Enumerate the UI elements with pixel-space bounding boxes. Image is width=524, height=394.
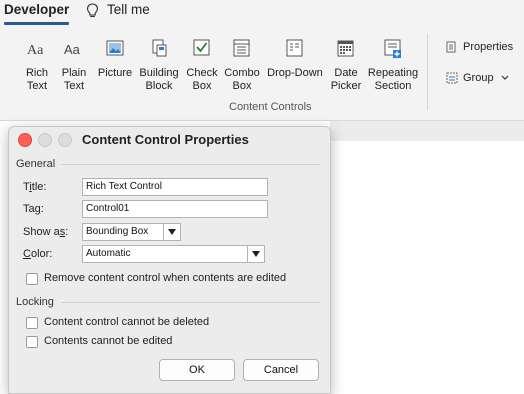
picture-button[interactable]: Picture [96, 38, 134, 80]
tag-field-label: Tag: [23, 203, 44, 215]
group-icon [446, 72, 458, 84]
color-select[interactable]: Automatic [82, 245, 265, 263]
active-tab-indicator [4, 22, 69, 25]
combo-box-label-1: Combo [224, 67, 260, 79]
repeating-section-icon [384, 39, 401, 58]
ribbon: Aa Rich Text Aa Plain Text Picture Buildin… [0, 26, 524, 121]
show-as-dropdown-arrow-icon [163, 224, 180, 240]
locking-section-label: Locking [16, 296, 54, 308]
picture-icon [106, 40, 124, 56]
maximize-window-button [58, 133, 72, 147]
cannot-be-deleted-label: Content control cannot be deleted [44, 316, 210, 328]
plain-text-button[interactable]: Aa Plain Text [60, 38, 88, 92]
check-box-label-1: Check [186, 67, 218, 79]
date-picker-label-2: Picker [330, 79, 362, 92]
checkbox-icon [193, 39, 210, 56]
tag-input[interactable]: Control01 [82, 200, 268, 218]
building-block-icon [152, 39, 167, 57]
cannot-be-deleted-checkbox[interactable] [26, 317, 38, 329]
rich-text-label-2: Text [26, 79, 48, 92]
combo-box-icon [233, 39, 250, 57]
general-section-divider [61, 164, 320, 165]
dialog-title: Content Control Properties [82, 132, 249, 147]
plain-text-label-1: Plain [61, 67, 87, 79]
dialog-titlebar[interactable]: Content Control Properties [9, 127, 330, 151]
group-label: Group [463, 72, 494, 84]
tell-me-label: Tell me [107, 2, 150, 17]
date-picker-button[interactable]: Date Picker [328, 38, 364, 92]
combo-box-label-2: Box [232, 79, 252, 92]
building-block-button[interactable]: Building Block [139, 38, 179, 92]
remove-when-edited-label: Remove content control when contents are… [44, 272, 287, 284]
picture-label: Picture [97, 67, 133, 79]
minimize-window-button [38, 133, 52, 147]
properties-label: Properties [463, 41, 514, 53]
date-picker-icon [337, 40, 354, 57]
repeating-section-label-1: Repeating [367, 67, 419, 79]
cancel-button[interactable]: Cancel [243, 359, 319, 381]
lightbulb-icon [86, 3, 99, 18]
color-label: Color: [23, 248, 53, 260]
general-section-label: General [16, 158, 56, 170]
plain-text-icon: Aa [64, 42, 81, 57]
document-margin-shade [330, 121, 524, 141]
locking-section-divider [61, 302, 320, 303]
rich-text-icon: Aa [27, 43, 44, 58]
svg-text:Aa: Aa [27, 43, 44, 58]
color-dropdown-arrow-icon [247, 246, 264, 262]
repeating-section-label-2: Section [374, 79, 412, 92]
check-box-button[interactable]: Check Box [186, 38, 218, 92]
building-block-label-1: Building [139, 67, 179, 79]
plain-text-label-2: Text [63, 79, 85, 92]
repeating-section-button[interactable]: Repeating Section [366, 38, 420, 92]
content-controls-group-label: Content Controls [229, 101, 312, 113]
title-input[interactable]: Rich Text Control [82, 178, 268, 196]
drop-down-button[interactable]: Drop-Down [264, 38, 326, 80]
ribbon-tab-bar: Developer Tell me [0, 0, 524, 26]
date-picker-label-1: Date [334, 67, 358, 79]
chevron-down-icon [501, 75, 509, 80]
ribbon-separator [427, 34, 428, 110]
building-block-label-2: Block [145, 79, 173, 92]
color-value: Automatic [86, 248, 131, 259]
show-as-select[interactable]: Bounding Box [82, 223, 181, 241]
ok-button[interactable]: OK [159, 359, 235, 381]
properties-icon [446, 41, 456, 53]
cannot-be-edited-label: Contents cannot be edited [44, 335, 173, 347]
rich-text-label-1: Rich [25, 67, 48, 79]
close-window-button[interactable] [18, 133, 32, 147]
content-control-properties-dialog: Content Control Properties General Title… [8, 126, 331, 394]
svg-text:Aa: Aa [64, 42, 81, 57]
title-field-label: Title: [23, 181, 47, 193]
show-as-label: Show as: [23, 226, 69, 238]
combo-box-button[interactable]: Combo Box [223, 38, 261, 92]
cannot-be-edited-checkbox[interactable] [26, 336, 38, 348]
drop-down-label: Drop-Down [267, 67, 323, 79]
tab-developer[interactable]: Developer [4, 2, 69, 17]
remove-when-edited-checkbox[interactable] [26, 273, 38, 285]
drop-down-icon [286, 39, 303, 57]
show-as-value: Bounding Box [86, 226, 149, 237]
check-box-label-2: Box [192, 79, 212, 92]
rich-text-button[interactable]: Aa Rich Text [23, 38, 51, 92]
